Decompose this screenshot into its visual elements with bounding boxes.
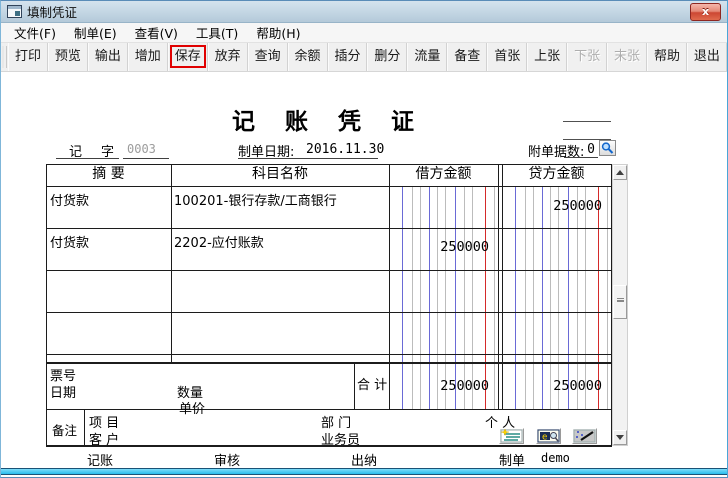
- total-bottom-line: [46, 409, 612, 410]
- vertical-scrollbar[interactable]: [612, 164, 628, 446]
- row-line-1: [46, 228, 612, 229]
- row2-account[interactable]: 2202-应付账款: [174, 232, 264, 251]
- toolbar-button-preview[interactable]: 预览: [48, 43, 88, 71]
- menu-bar: 文件(F) 制单(E) 查看(V) 工具(T) 帮助(H): [1, 23, 727, 43]
- row1-credit-amount[interactable]: 250000: [503, 198, 607, 214]
- toolbar-button-first[interactable]: 首张: [487, 43, 527, 71]
- preparer-name: demo: [541, 451, 570, 465]
- toolbar-button-insert-line[interactable]: 插分: [328, 43, 368, 71]
- date-underline: [238, 158, 378, 159]
- table-border-left: [46, 164, 47, 446]
- close-button[interactable]: x: [690, 3, 721, 21]
- row-line-2: [46, 270, 612, 271]
- total-debit: 250000: [390, 378, 494, 394]
- menu-help[interactable]: 帮助(H): [247, 21, 309, 44]
- magic-wand-icon: [573, 429, 596, 443]
- toolbar-button-help[interactable]: 帮助: [647, 43, 687, 71]
- toolbar-button-output[interactable]: 输出: [88, 43, 128, 71]
- bookkeeper-label: 记账: [87, 450, 113, 469]
- toolbar-button-delete-line[interactable]: 删分: [367, 43, 407, 71]
- attach-lookup-button[interactable]: [599, 140, 616, 156]
- toolbar-button-prev[interactable]: 上张: [527, 43, 567, 71]
- row2-summary[interactable]: 付货款: [50, 232, 89, 251]
- toolbar-button-add[interactable]: 增加: [128, 43, 168, 71]
- abstract-list-icon: [500, 429, 523, 443]
- total-cell-left-border: [354, 363, 355, 409]
- scrollbar-thumb[interactable]: [613, 285, 627, 319]
- abstract-list-button[interactable]: [499, 428, 524, 444]
- window-icon: [7, 5, 22, 18]
- cashier-label: 出纳: [351, 450, 377, 469]
- row-line-4: [46, 354, 612, 355]
- toolbar-button-exit[interactable]: 退出: [687, 43, 727, 71]
- scrollbar-grip-icon: [617, 298, 624, 302]
- toolbar-button-reference[interactable]: 备查: [447, 43, 487, 71]
- toolbar-button-balance[interactable]: 余额: [288, 43, 328, 71]
- svg-text:e: e: [542, 433, 547, 443]
- row2-debit-amount[interactable]: 250000: [390, 239, 494, 255]
- number-underline: [123, 158, 169, 159]
- remark-divider: [84, 409, 85, 446]
- window-bottom-edge: [1, 468, 727, 475]
- attach-count[interactable]: 0: [571, 142, 595, 157]
- body-bottom-line: [46, 362, 612, 364]
- price-label: 单价: [179, 398, 205, 417]
- toolbar-button-cashflow[interactable]: 流量: [407, 43, 447, 71]
- scroll-up-icon: [616, 170, 624, 175]
- scroll-down-icon: [616, 435, 624, 440]
- toolbar-button-query[interactable]: 查询: [248, 43, 288, 71]
- magnifier-icon: [600, 141, 615, 155]
- window-title: 填制凭证: [27, 2, 77, 21]
- menu-make[interactable]: 制单(E): [65, 21, 126, 44]
- scroll-up-button[interactable]: [613, 165, 627, 180]
- preparer-label: 制单: [499, 450, 525, 469]
- debit-right-border: [498, 164, 499, 409]
- toolbar-button-next: 下张: [567, 43, 607, 71]
- credit-ruled-column: [503, 187, 611, 409]
- toolbar-button-last: 末张: [607, 43, 647, 71]
- row1-account[interactable]: 100201-银行存款/工商银行: [174, 190, 337, 209]
- debit-ruled-column: [390, 187, 498, 409]
- save-label: 保存: [175, 49, 201, 64]
- header-summary: 摘 要: [46, 165, 171, 183]
- row4-summary[interactable]: [50, 316, 168, 352]
- toolbar-button-discard[interactable]: 放弃: [208, 43, 248, 71]
- menu-view[interactable]: 查看(V): [126, 21, 187, 44]
- header-credit: 贷方金额: [502, 165, 611, 183]
- toolbar-button-save[interactable]: 保存: [168, 43, 208, 71]
- row-line-3: [46, 312, 612, 313]
- voucher-number[interactable]: 0003: [127, 142, 156, 156]
- row1-summary[interactable]: 付货款: [50, 190, 89, 209]
- menu-file[interactable]: 文件(F): [5, 21, 65, 44]
- voucher-title: 记 账 凭 证: [46, 102, 611, 136]
- scroll-down-button[interactable]: [613, 430, 627, 445]
- screen-e-icon: e: [537, 429, 560, 443]
- header-debit: 借方金额: [389, 165, 498, 183]
- voucher-window: 填制凭证 x 文件(F) 制单(E) 查看(V) 工具(T) 帮助(H) 打印 …: [0, 0, 728, 478]
- date-value[interactable]: 2016.11.30: [306, 142, 384, 157]
- remark-label: 备注: [52, 420, 77, 439]
- salesman-label[interactable]: 业务员: [321, 429, 360, 448]
- header-account: 科目名称: [171, 165, 389, 183]
- magic-wand-button[interactable]: [572, 428, 597, 444]
- col-divider-account: [389, 164, 390, 409]
- toolbar-button-print[interactable]: 打印: [8, 43, 48, 71]
- toolbar: 打印 预览 输出 增加 保存 放弃 查询 余额 插分 删分 流量 备查 首张 上…: [1, 43, 727, 72]
- header-bottom-line: [46, 186, 612, 187]
- auditor-label: 审核: [214, 450, 240, 469]
- row3-summary[interactable]: [50, 274, 168, 310]
- screen-lookup-button[interactable]: e: [536, 428, 561, 444]
- menu-tools[interactable]: 工具(T): [187, 21, 247, 44]
- title-bar[interactable]: 填制凭证 x: [1, 1, 727, 23]
- voucher-area: 记 账 凭 证 记 字 0003 制单日期: 2016.11.30 附单据数: …: [1, 72, 727, 469]
- word-underline: [56, 158, 119, 159]
- blank-line-top: [563, 121, 611, 122]
- ticket-date-label: 日期: [50, 382, 76, 401]
- col-divider-summary: [171, 164, 172, 363]
- total-label: 合 计: [357, 378, 387, 393]
- toolbar-grip: [2, 46, 7, 68]
- attach-underline: [564, 157, 598, 158]
- total-credit: 250000: [503, 378, 607, 394]
- customer-label[interactable]: 客 户: [89, 429, 119, 448]
